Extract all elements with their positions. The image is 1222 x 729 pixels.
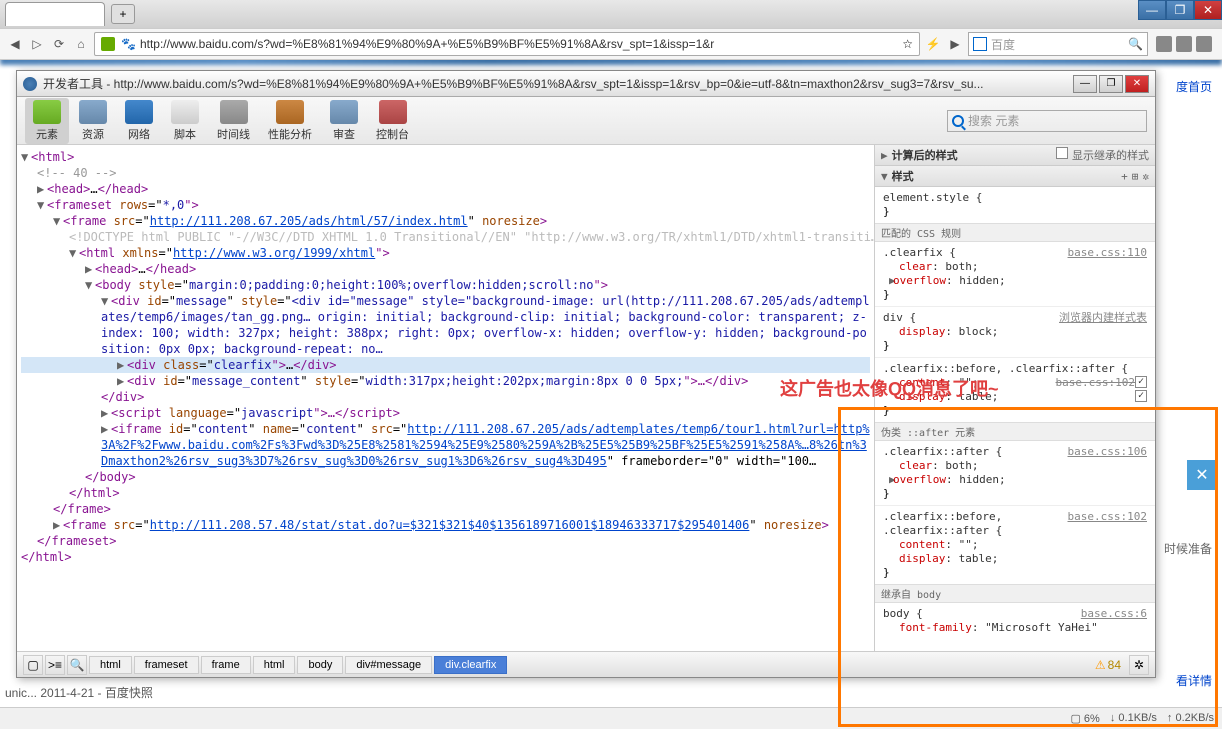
- tab-elements[interactable]: 元素: [25, 98, 69, 144]
- dom-tree[interactable]: ▼<html> <!-- 40 --> ▶<head>…</head> ▼<fr…: [17, 145, 875, 651]
- address-bar: ◀ ▷ ⟳ ⌂ 🐾 http://www.baidu.com/s?wd=%E8%…: [0, 28, 1222, 60]
- prop-checkbox[interactable]: [1135, 390, 1147, 402]
- url-text: http://www.baidu.com/s?wd=%E8%81%94%E9%8…: [140, 37, 902, 51]
- bg-detail-link[interactable]: 看详情: [1176, 672, 1212, 689]
- cache-text: unic... 2011-4-21 - 百度快照: [5, 684, 153, 701]
- devtools-minimize[interactable]: —: [1073, 75, 1097, 93]
- annotation-text: 这广告也太像QQ消息了吧~: [780, 375, 999, 401]
- crumb-frame[interactable]: frame: [201, 656, 251, 674]
- tool-icon-2[interactable]: [1176, 36, 1192, 52]
- gear-icon[interactable]: ✲: [1142, 170, 1149, 183]
- dock-icon[interactable]: ▢: [23, 655, 43, 675]
- computed-styles-header[interactable]: ▶计算后的样式 显示继承的样式: [875, 145, 1155, 166]
- crumb-frameset[interactable]: frameset: [134, 656, 199, 674]
- play-icon[interactable]: ▶: [946, 35, 964, 53]
- reload-button[interactable]: ⟳: [50, 35, 68, 53]
- settings-gear-icon[interactable]: ✲: [1129, 655, 1149, 675]
- tab-console[interactable]: 控制台: [368, 98, 417, 144]
- download-speed: ↓ 0.1KB/s: [1110, 712, 1157, 725]
- forward-button[interactable]: ▷: [28, 35, 46, 53]
- home-button[interactable]: ⌂: [72, 35, 90, 53]
- devtools-search[interactable]: 搜索 元素: [947, 110, 1147, 132]
- tab-scripts[interactable]: 脚本: [163, 98, 207, 144]
- source-link[interactable]: base.css:6: [1081, 607, 1147, 621]
- inherit-body-label: 继承自 body: [875, 584, 1155, 603]
- style-rule[interactable]: base.css:106 .clearfix::after { clear: b…: [875, 441, 1155, 505]
- devtools-statusbar: ▢ >≡ 🔍 html frameset frame html body div…: [17, 651, 1155, 677]
- popup-close-button[interactable]: ✕: [1187, 460, 1217, 490]
- tool-icon-3[interactable]: [1196, 36, 1212, 52]
- tab-resources[interactable]: 资源: [71, 98, 115, 144]
- close-button[interactable]: ✕: [1194, 0, 1222, 20]
- elements-icon: [33, 100, 61, 124]
- tab-timeline[interactable]: 时间线: [209, 98, 258, 144]
- audits-icon: [330, 100, 358, 124]
- devtools-window: 开发者工具 - http://www.baidu.com/s?wd=%E8%81…: [16, 70, 1156, 678]
- selected-dom-node[interactable]: ▶<div class="clearfix">…</div>: [21, 357, 870, 373]
- style-rule[interactable]: base.css:102 .clearfix::before, .clearfi…: [875, 505, 1155, 584]
- cpu-usage: ▢ 6%: [1070, 712, 1099, 725]
- source-link[interactable]: base.css:106: [1068, 445, 1147, 459]
- crumb-body[interactable]: body: [297, 656, 343, 674]
- source-link[interactable]: base.css:102: [1068, 510, 1147, 524]
- pseudo-label: 伪类 ::after 元素: [875, 422, 1155, 441]
- search-placeholder: 百度: [991, 36, 1128, 53]
- crumb-html2[interactable]: html: [253, 656, 296, 674]
- source-link[interactable]: base.css:110: [1068, 246, 1147, 260]
- shield-icon: [101, 37, 115, 51]
- inherit-checkbox[interactable]: [1056, 147, 1068, 159]
- favicon-icon: 🐾: [121, 37, 136, 51]
- devtools-toolbar: 元素 资源 网络 脚本 时间线 性能分析 审查 控制台 搜索 元素: [17, 97, 1155, 145]
- browser-tab[interactable]: [5, 2, 105, 26]
- toggle-icon[interactable]: ⊞: [1132, 170, 1139, 183]
- crumb-html[interactable]: html: [89, 656, 132, 674]
- search-go-icon[interactable]: 🔍: [1128, 37, 1143, 51]
- crumb-message[interactable]: div#message: [345, 656, 432, 674]
- tab-audits[interactable]: 审查: [322, 98, 366, 144]
- network-icon: [125, 100, 153, 124]
- bolt-icon[interactable]: ⚡: [924, 35, 942, 53]
- back-button[interactable]: ◀: [6, 35, 24, 53]
- tab-profiles[interactable]: 性能分析: [260, 98, 320, 144]
- devtools-maximize[interactable]: ❐: [1099, 75, 1123, 93]
- resources-icon: [79, 100, 107, 124]
- timeline-icon: [220, 100, 248, 124]
- styles-header[interactable]: ▼样式+ ⊞ ✲: [875, 166, 1155, 187]
- style-rule[interactable]: base.css:110 .clearfix { clear: both; ▶o…: [875, 242, 1155, 306]
- search-engine-icon: [973, 37, 987, 51]
- tab-network[interactable]: 网络: [117, 98, 161, 144]
- browser-statusbar: ▢ 6% ↓ 0.1KB/s ↑ 0.2KB/s: [0, 707, 1222, 729]
- style-rule[interactable]: element.style { }: [875, 187, 1155, 223]
- devtools-icon: [23, 77, 37, 91]
- crumb-clearfix[interactable]: div.clearfix: [434, 656, 507, 674]
- devtools-title: 开发者工具 - http://www.baidu.com/s?wd=%E8%81…: [43, 75, 1067, 92]
- source-builtin: 浏览器内建样式表: [1059, 311, 1147, 325]
- tool-icon-1[interactable]: [1156, 36, 1172, 52]
- warning-count[interactable]: ⚠84: [1095, 658, 1121, 672]
- minimize-button[interactable]: —: [1138, 0, 1166, 20]
- maximize-button[interactable]: ❐: [1166, 0, 1194, 20]
- style-rule[interactable]: base.css:6 body { font-family: "Microsof…: [875, 603, 1155, 639]
- upload-speed: ↑ 0.2KB/s: [1167, 712, 1214, 725]
- inspect-icon[interactable]: 🔍: [67, 655, 87, 675]
- url-field[interactable]: 🐾 http://www.baidu.com/s?wd=%E8%81%94%E9…: [94, 32, 920, 56]
- search-field[interactable]: 百度 🔍: [968, 32, 1148, 56]
- star-icon[interactable]: ☆: [902, 37, 913, 51]
- search-icon: [952, 115, 964, 127]
- profiles-icon: [276, 100, 304, 124]
- matched-rules-label: 匹配的 CSS 规则: [875, 223, 1155, 242]
- prop-checkbox[interactable]: [1135, 376, 1147, 388]
- baidu-home-link[interactable]: 度首页: [1176, 78, 1212, 95]
- tab-bar: +: [0, 0, 1222, 28]
- scripts-icon: [171, 100, 199, 124]
- add-rule-icon[interactable]: +: [1121, 170, 1128, 183]
- search-placeholder: 搜索 元素: [968, 112, 1019, 129]
- new-tab-button[interactable]: +: [111, 4, 135, 24]
- style-rule[interactable]: 浏览器内建样式表 div { display: block; }: [875, 306, 1155, 357]
- console-icon: [379, 100, 407, 124]
- console-toggle-icon[interactable]: >≡: [45, 655, 65, 675]
- devtools-close[interactable]: ✕: [1125, 75, 1149, 93]
- devtools-titlebar[interactable]: 开发者工具 - http://www.baidu.com/s?wd=%E8%81…: [17, 71, 1155, 97]
- bg-prep-text: 时候准备: [1164, 540, 1212, 557]
